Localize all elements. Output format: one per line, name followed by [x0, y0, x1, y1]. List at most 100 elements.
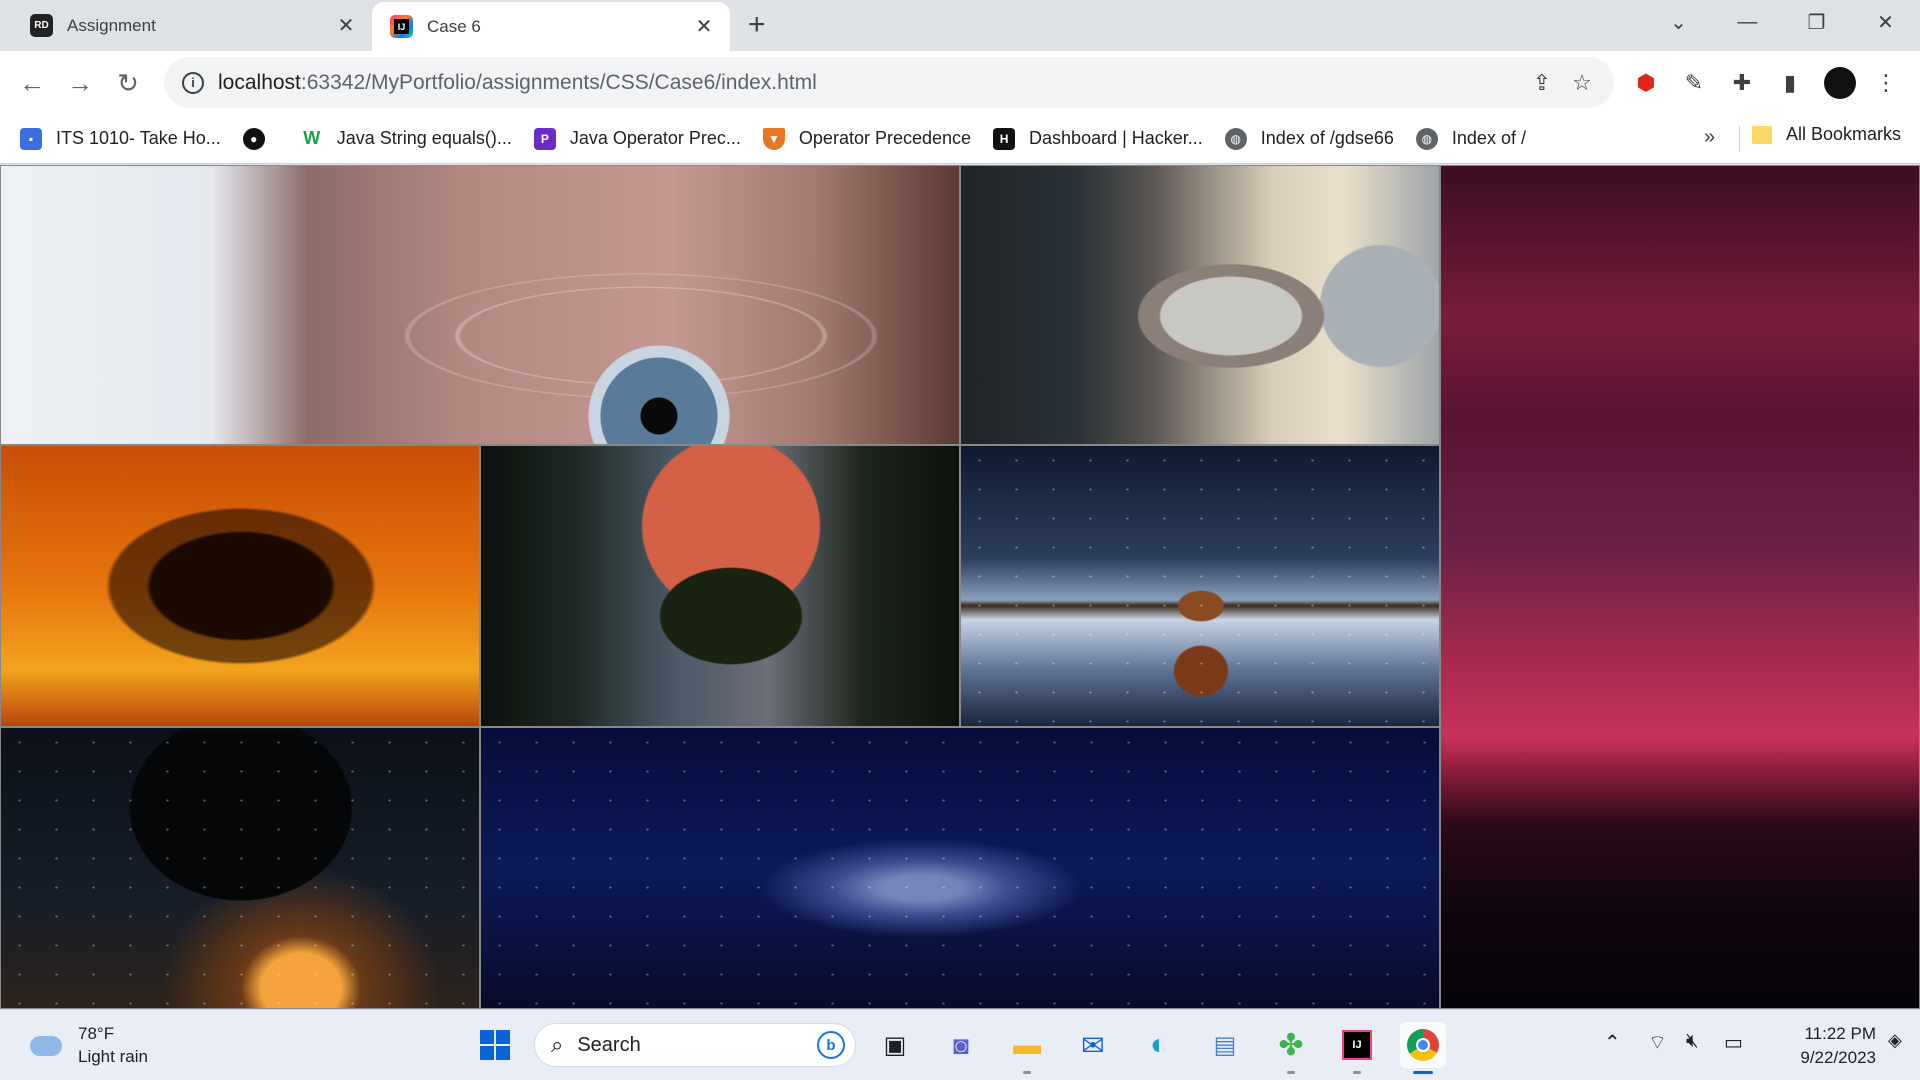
image-gallery	[0, 165, 1920, 1009]
show-hidden-icons-chevron-icon[interactable]: ⌃	[1604, 1030, 1621, 1055]
princeton-icon: ▼	[762, 127, 785, 150]
adblock-extension-icon[interactable]: ⬢	[1628, 65, 1664, 101]
close-tab-icon[interactable]: ✕	[692, 14, 716, 39]
side-panel-icon[interactable]: ▮	[1772, 65, 1808, 101]
programiz-icon: P	[533, 127, 556, 150]
clock-time: 11:22 PM	[1804, 1024, 1876, 1043]
tab-search-icon[interactable]: ⌄	[1644, 0, 1713, 44]
wifi-icon[interactable]: ⌔	[1648, 1030, 1667, 1055]
bookmark-label: Java String equals()...	[336, 128, 512, 148]
start-button[interactable]	[472, 1022, 518, 1068]
weather-widget[interactable]: 78°F Light rain	[26, 1022, 148, 1068]
minimize-button[interactable]: —	[1713, 0, 1782, 44]
intellij-idea-icon[interactable]: IJ	[1334, 1022, 1380, 1074]
bookmark-label: Java Operator Prec...	[569, 128, 741, 148]
bookmark-its-1010[interactable]: ▪ ITS 1010- Take Ho...	[20, 127, 221, 150]
bookmark-label: Index of /gdse66	[1260, 128, 1394, 148]
all-bookmarks-button[interactable]: All Bookmarks	[1752, 124, 1901, 145]
tab-assignment[interactable]: RD Assignment ✕	[0, 0, 372, 51]
tab-strip: RD Assignment ✕ IJ Case 6 ✕ + ⌄ — ❐ ✕	[0, 0, 1920, 51]
task-view-icon[interactable]: ▣	[872, 1022, 918, 1068]
edge-browser-icon[interactable]: ◐	[1136, 1022, 1182, 1068]
github-icon: ●	[242, 127, 265, 150]
url-text[interactable]: localhost:63342/MyPortfolio/assignments/…	[218, 71, 1522, 95]
pinned-app-icon[interactable]: ✤	[1268, 1022, 1314, 1074]
bookmark-github[interactable]: ●	[242, 127, 279, 150]
gallery-image-crimson-sky	[1440, 165, 1920, 1009]
search-icon: ⌕	[551, 1032, 564, 1057]
new-tab-button[interactable]: +	[748, 10, 766, 40]
starfield	[1, 728, 479, 1008]
more-bookmarks-button[interactable]: »	[1704, 126, 1715, 149]
bookmark-star-icon[interactable]: ☆	[1562, 70, 1602, 96]
starfield	[481, 728, 1439, 1008]
rd-favicon-icon: RD	[30, 14, 53, 37]
browser-toolbar: ← → ↻ i localhost:63342/MyPortfolio/assi…	[0, 51, 1920, 114]
all-bookmarks-label: All Bookmarks	[1786, 124, 1902, 144]
bing-icon[interactable]: b	[817, 1031, 845, 1059]
tab-title: Case 6	[427, 16, 481, 36]
chrome-browser-icon[interactable]	[1400, 1022, 1446, 1074]
profile-avatar[interactable]	[1822, 65, 1858, 101]
tab-case-6[interactable]: IJ Case 6 ✕	[372, 2, 730, 51]
bookmark-label: Dashboard | Hacker...	[1029, 128, 1203, 148]
menu-kebab-icon[interactable]: ⋮	[1868, 65, 1904, 101]
gallery-image-sunset-tree	[0, 445, 480, 727]
gallery-image-boy-with-robot	[960, 165, 1440, 445]
taskbar: 78°F Light rain ⌕ Search b ▣ ◙ ▬ ✉ ◐ ▤ ✤…	[0, 1009, 1920, 1080]
folder-icon	[1752, 125, 1772, 144]
share-icon[interactable]: ⇪	[1522, 70, 1562, 96]
bookmark-label: ITS 1010- Take Ho...	[56, 128, 221, 148]
restore-button[interactable]: ❐	[1782, 0, 1851, 44]
window-controls: ⌄ — ❐ ✕	[1644, 0, 1920, 44]
system-clock[interactable]: 11:22 PM 9/22/2023	[1770, 1022, 1876, 1070]
forward-icon[interactable]: →	[62, 65, 98, 101]
battery-icon[interactable]: ▭	[1724, 1030, 1743, 1055]
color-picker-extension-icon[interactable]: ✎	[1676, 65, 1712, 101]
starfield	[961, 446, 1439, 726]
bookmarks-divider	[1739, 126, 1740, 152]
gallery-image-milky-way	[480, 727, 1440, 1009]
notification-icon[interactable]: ◈	[1888, 1030, 1902, 1051]
bookmark-java-operator-prec[interactable]: P Java Operator Prec...	[533, 127, 741, 150]
intellij-favicon-label: IJ	[394, 19, 409, 34]
gallery-image-tree-on-planet	[0, 727, 480, 1009]
bookmark-label: Index of /	[1451, 128, 1526, 148]
globe-icon: ◍	[1415, 127, 1438, 150]
hackerrank-icon: H	[993, 127, 1016, 150]
gallery-image-tree-reflection	[960, 445, 1440, 727]
reload-icon[interactable]: ↻	[110, 65, 146, 101]
bookmark-index-gdse66[interactable]: ◍ Index of /gdse66	[1224, 127, 1394, 150]
address-bar[interactable]: i localhost:63342/MyPortfolio/assignment…	[164, 57, 1614, 108]
rain-cloud-icon	[26, 1030, 66, 1060]
photos-app-icon[interactable]: ▤	[1202, 1022, 1248, 1068]
close-window-button[interactable]: ✕	[1851, 0, 1920, 44]
gallery-image-cyber-eye	[0, 165, 960, 445]
url-host: localhost	[218, 70, 301, 94]
close-tab-icon[interactable]: ✕	[334, 13, 358, 38]
back-icon[interactable]: ←	[14, 65, 50, 101]
intellij-favicon-icon: IJ	[390, 15, 413, 38]
globe-icon: ◍	[1224, 127, 1247, 150]
site-info-icon[interactable]: i	[182, 71, 204, 94]
file-explorer-icon[interactable]: ▬	[1004, 1022, 1050, 1074]
taskbar-search[interactable]: ⌕ Search b	[534, 1023, 856, 1067]
weather-condition: Light rain	[78, 1047, 148, 1066]
bookmarks-bar: ▪ ITS 1010- Take Ho... ● W Java String e…	[0, 114, 1920, 164]
bookmark-label: Operator Precedence	[798, 128, 972, 148]
teams-chat-icon[interactable]: ◙	[938, 1022, 984, 1068]
taskbar-search-label: Search	[577, 1033, 641, 1056]
weather-temperature: 78°F	[78, 1024, 115, 1043]
user-card-icon: ▪	[20, 127, 42, 150]
speaker-muted-icon[interactable]: 🔇︎	[1686, 1030, 1699, 1053]
url-path: :63342/MyPortfolio/assignments/CSS/Case6…	[300, 70, 817, 94]
mail-icon[interactable]: ✉	[1070, 1022, 1116, 1068]
bookmark-operator-precedence[interactable]: ▼ Operator Precedence	[762, 127, 972, 150]
bookmark-hackerrank[interactable]: H Dashboard | Hacker...	[993, 127, 1203, 150]
extensions-puzzle-icon[interactable]: ✚	[1724, 65, 1760, 101]
w3-icon: W	[303, 128, 321, 148]
bookmark-java-string-equals[interactable]: W Java String equals()...	[301, 128, 512, 150]
gallery-image-blood-moon-tree	[480, 445, 960, 727]
windows-logo-icon	[480, 1030, 510, 1060]
bookmark-index-root[interactable]: ◍ Index of /	[1415, 127, 1526, 150]
